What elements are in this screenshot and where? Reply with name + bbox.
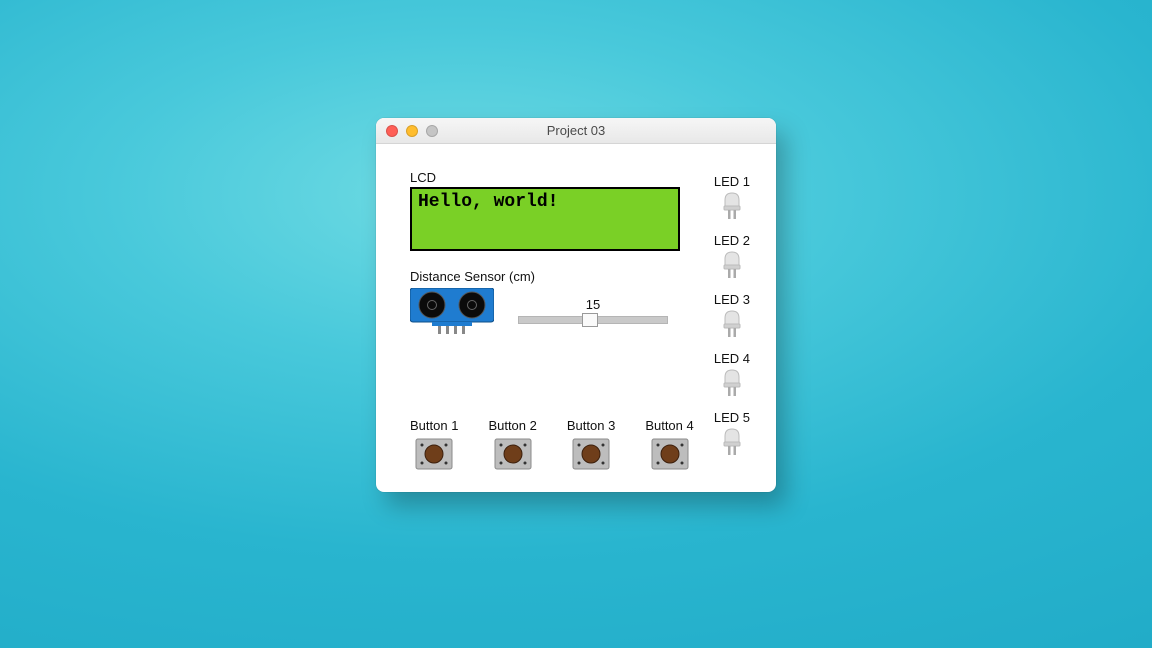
led-1-label: LED 1 <box>714 174 750 189</box>
minimize-icon[interactable] <box>406 125 418 137</box>
buttons-row: Button 1 Button 2 <box>410 418 694 472</box>
window-content: LCD Hello, world! Distance Sensor (cm) <box>376 144 776 492</box>
button-1-label: Button 1 <box>410 418 458 433</box>
distance-sensor-label: Distance Sensor (cm) <box>410 269 752 284</box>
window-title: Project 03 <box>547 123 606 138</box>
zoom-icon[interactable] <box>426 125 438 137</box>
button-3-label: Button 3 <box>567 418 615 433</box>
led-4-label: LED 4 <box>714 351 750 366</box>
push-button-4[interactable] <box>650 437 690 472</box>
ultrasonic-sensor-icon <box>410 288 494 336</box>
push-button-1[interactable] <box>414 437 454 472</box>
titlebar[interactable]: Project 03 <box>376 118 776 144</box>
led-3-label: LED 3 <box>714 292 750 307</box>
lcd-label: LCD <box>410 170 752 185</box>
led-2-icon <box>721 250 743 280</box>
led-4-icon <box>721 368 743 398</box>
led-2-label: LED 2 <box>714 233 750 248</box>
distance-sensor-value: 15 <box>586 297 600 312</box>
app-window: Project 03 LCD Hello, world! Distance Se… <box>376 118 776 492</box>
distance-sensor-slider[interactable] <box>518 312 668 328</box>
led-5-label: LED 5 <box>714 410 750 425</box>
led-5-icon <box>721 427 743 457</box>
push-button-3[interactable] <box>571 437 611 472</box>
lcd-display: Hello, world! <box>410 187 680 251</box>
close-icon[interactable] <box>386 125 398 137</box>
led-1-icon <box>721 191 743 221</box>
leds-column: LED 1 LED 2 <box>714 174 750 457</box>
push-button-2[interactable] <box>493 437 533 472</box>
button-4-label: Button 4 <box>645 418 693 433</box>
slider-thumb[interactable] <box>582 313 598 327</box>
button-2-label: Button 2 <box>488 418 536 433</box>
led-3-icon <box>721 309 743 339</box>
traffic-lights <box>386 125 438 137</box>
